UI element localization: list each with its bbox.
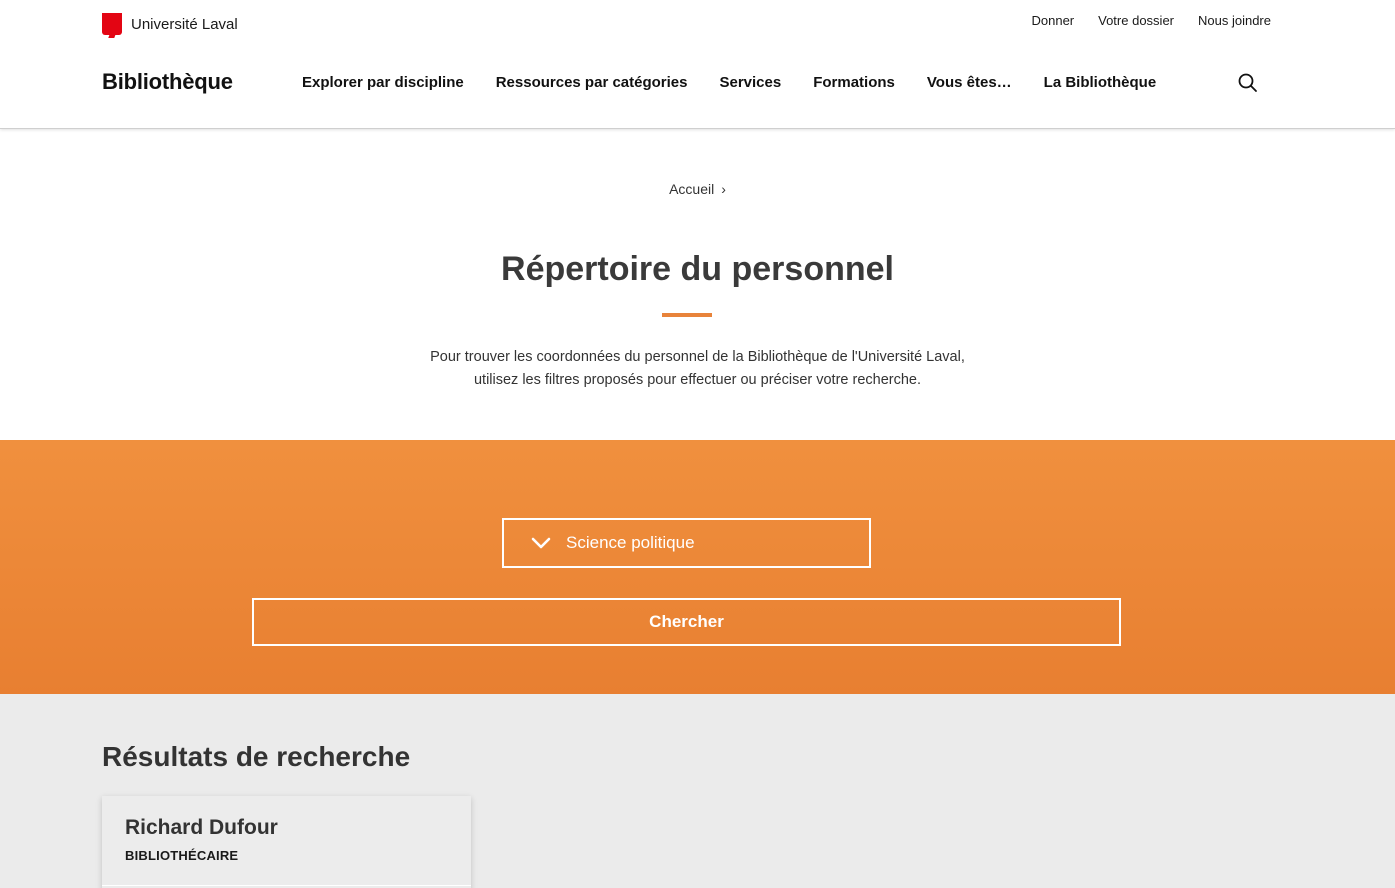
search-icon bbox=[1238, 73, 1257, 92]
nav-formations[interactable]: Formations bbox=[813, 74, 895, 91]
breadcrumb-home[interactable]: Accueil bbox=[669, 181, 714, 197]
nav-explorer-par-discipline[interactable]: Explorer par discipline bbox=[302, 74, 464, 91]
results-title: Résultats de recherche bbox=[102, 741, 411, 772]
university-name: Université Laval bbox=[131, 15, 238, 33]
top-link-votre-dossier[interactable]: Votre dossier bbox=[1098, 13, 1174, 28]
intro-line-1: Pour trouver les coordonnées du personne… bbox=[430, 349, 965, 365]
staff-card[interactable]: Richard Dufour BIBLIOTHÉCAIRE bbox=[102, 796, 471, 888]
top-link-nous-joindre[interactable]: Nous joindre bbox=[1198, 13, 1271, 28]
staff-role: BIBLIOTHÉCAIRE bbox=[125, 848, 239, 863]
nav-la-bibliotheque[interactable]: La Bibliothèque bbox=[1044, 74, 1157, 91]
search-button[interactable] bbox=[1237, 72, 1259, 94]
ulaval-shield-icon bbox=[102, 13, 122, 35]
main-navigation: Explorer par discipline Ressources par c… bbox=[302, 74, 1156, 91]
chercher-button[interactable]: Chercher bbox=[252, 598, 1121, 646]
chevron-down-icon bbox=[531, 537, 551, 549]
site-header: Université Laval Donner Votre dossier No… bbox=[0, 0, 1395, 129]
staff-name: Richard Dufour bbox=[125, 816, 278, 839]
nav-services[interactable]: Services bbox=[719, 74, 781, 91]
page-title: Répertoire du personnel bbox=[501, 250, 894, 288]
discipline-select-value: Science politique bbox=[566, 533, 695, 552]
universite-laval-logo[interactable]: Université Laval bbox=[102, 13, 238, 35]
breadcrumb: Accueil › bbox=[0, 181, 1395, 197]
search-filter-band: Science politique Chercher bbox=[0, 440, 1395, 694]
discipline-select[interactable]: Science politique bbox=[502, 518, 871, 568]
breadcrumb-separator: › bbox=[721, 181, 726, 197]
nav-vous-etes[interactable]: Vous êtes… bbox=[927, 74, 1012, 91]
utility-links: Donner Votre dossier Nous joindre bbox=[1031, 13, 1271, 28]
intro-line-2: utilisez les filtres proposés pour effec… bbox=[473, 372, 922, 388]
search-results: Résultats de recherche Richard Dufour BI… bbox=[0, 694, 1395, 888]
intro-text: Pour trouver les coordonnées du personne… bbox=[0, 346, 1395, 392]
staff-card-header: Richard Dufour BIBLIOTHÉCAIRE bbox=[102, 796, 471, 886]
title-underline bbox=[662, 313, 712, 317]
top-link-donner[interactable]: Donner bbox=[1031, 13, 1074, 28]
site-title[interactable]: Bibliothèque bbox=[102, 69, 233, 95]
nav-ressources-par-categories[interactable]: Ressources par catégories bbox=[496, 74, 688, 91]
